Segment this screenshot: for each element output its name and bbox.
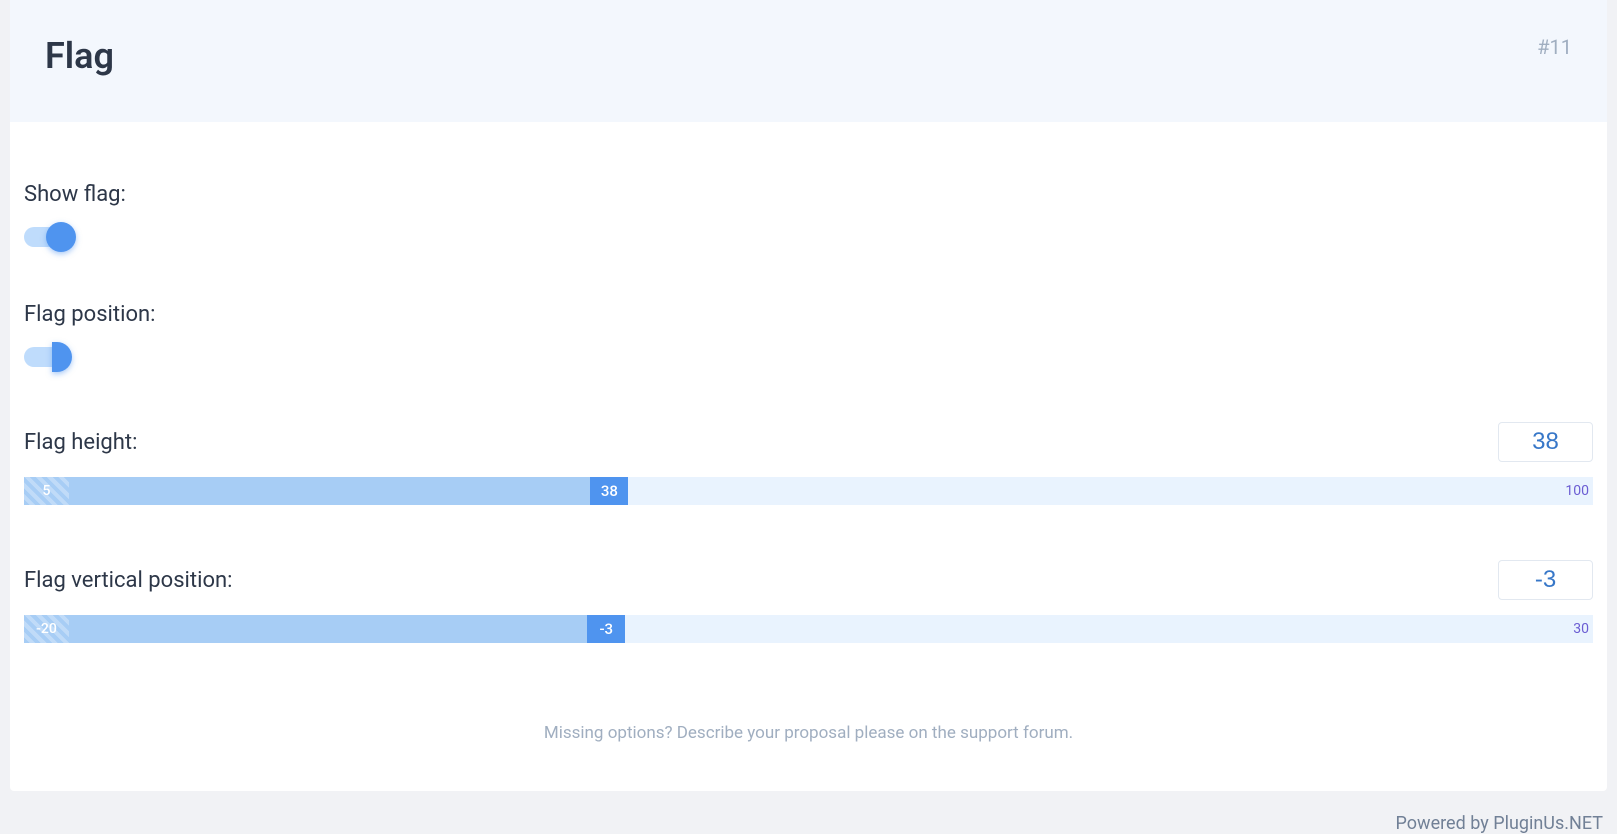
flag-vertical-position-input[interactable] [1498,560,1593,600]
slider-fill [69,477,590,505]
flag-position-toggle[interactable] [24,347,68,367]
flag-position-setting: Flag position: [24,302,1593,367]
show-flag-setting: Show flag: [24,182,1593,247]
show-flag-label: Show flag: [24,182,1593,207]
slider-max-label: 100 [1565,477,1589,505]
slider-min-zone: 5 [24,477,69,505]
panel-title: Flag [45,35,114,77]
footer-proposal-text: Missing options? Describe your proposal … [24,698,1593,761]
flag-vertical-position-label: Flag vertical position: [24,568,232,593]
panel-number: #11 [1537,35,1572,59]
slider-max-label: 30 [1573,615,1589,643]
panel-body: Show flag: Flag position: Flag height: 5… [24,122,1593,791]
flag-vertical-position-setting: Flag vertical position: -20 -3 30 [24,560,1593,643]
slider-handle[interactable]: 38 [590,477,628,505]
toggle-knob-icon [52,342,72,372]
flag-vertical-position-slider[interactable]: -20 -3 30 [24,615,1593,643]
powered-by-text: Powered by PluginUs.NET [0,801,1617,834]
slider-fill [69,615,587,643]
slider-handle[interactable]: -3 [587,615,625,643]
flag-height-header: Flag height: [24,422,1593,462]
show-flag-toggle[interactable] [24,227,68,247]
flag-height-input[interactable] [1498,422,1593,462]
toggle-knob-icon [46,222,76,252]
slider-min-zone: -20 [24,615,69,643]
flag-height-setting: Flag height: 5 38 100 [24,422,1593,505]
flag-position-label: Flag position: [24,302,1593,327]
panel-header: Flag #11 [10,0,1607,122]
flag-height-slider[interactable]: 5 38 100 [24,477,1593,505]
flag-vertical-position-header: Flag vertical position: [24,560,1593,600]
settings-panel: Flag #11 Show flag: Flag position: Flag … [10,0,1607,791]
flag-height-label: Flag height: [24,430,137,455]
